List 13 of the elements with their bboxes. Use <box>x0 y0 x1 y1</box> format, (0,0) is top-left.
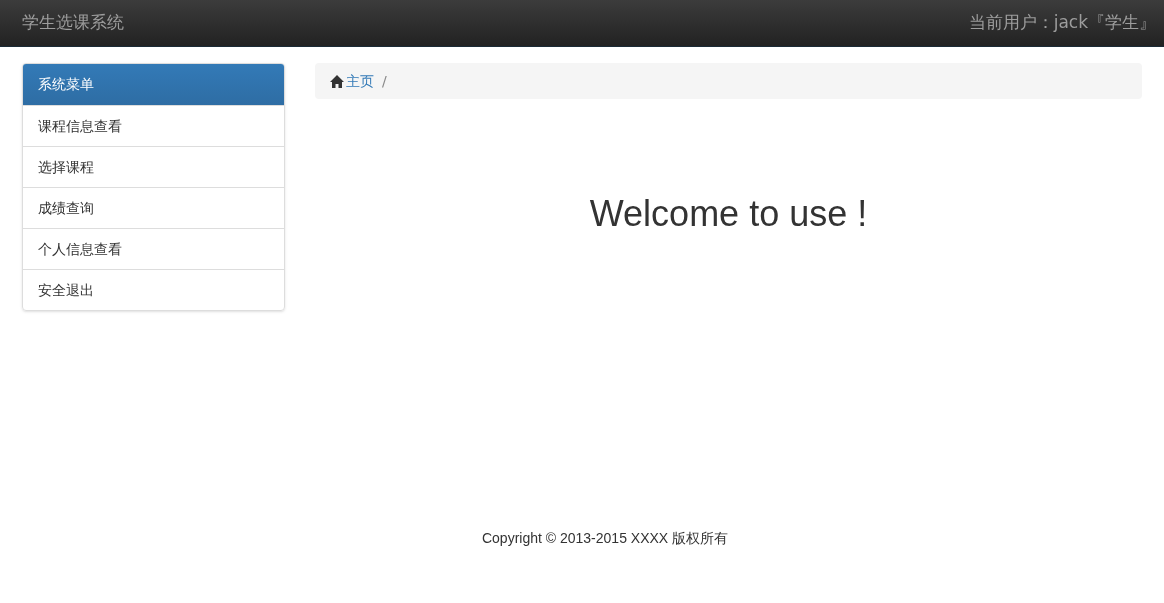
app-title[interactable]: 学生选课系统 <box>22 10 124 36</box>
current-user: 当前用户：jack『学生』 <box>968 11 1156 35</box>
menu-item[interactable]: 成绩查询 <box>23 187 284 228</box>
menu-heading: 系统菜单 <box>23 64 284 105</box>
breadcrumb-link[interactable]: 主页 <box>346 70 374 92</box>
menu-item[interactable]: 安全退出 <box>23 269 284 310</box>
breadcrumb-separator: / <box>382 71 387 91</box>
menu-item[interactable]: 选择课程 <box>23 146 284 187</box>
copyright-text: Copyright © 2013-2015 XXXX 版权所有 <box>480 529 729 548</box>
menu-item[interactable]: 个人信息查看 <box>23 228 284 269</box>
menu-item[interactable]: 课程信息查看 <box>23 105 284 146</box>
home-icon <box>330 74 344 88</box>
welcome-heading: Welcome to use ! <box>588 192 869 236</box>
